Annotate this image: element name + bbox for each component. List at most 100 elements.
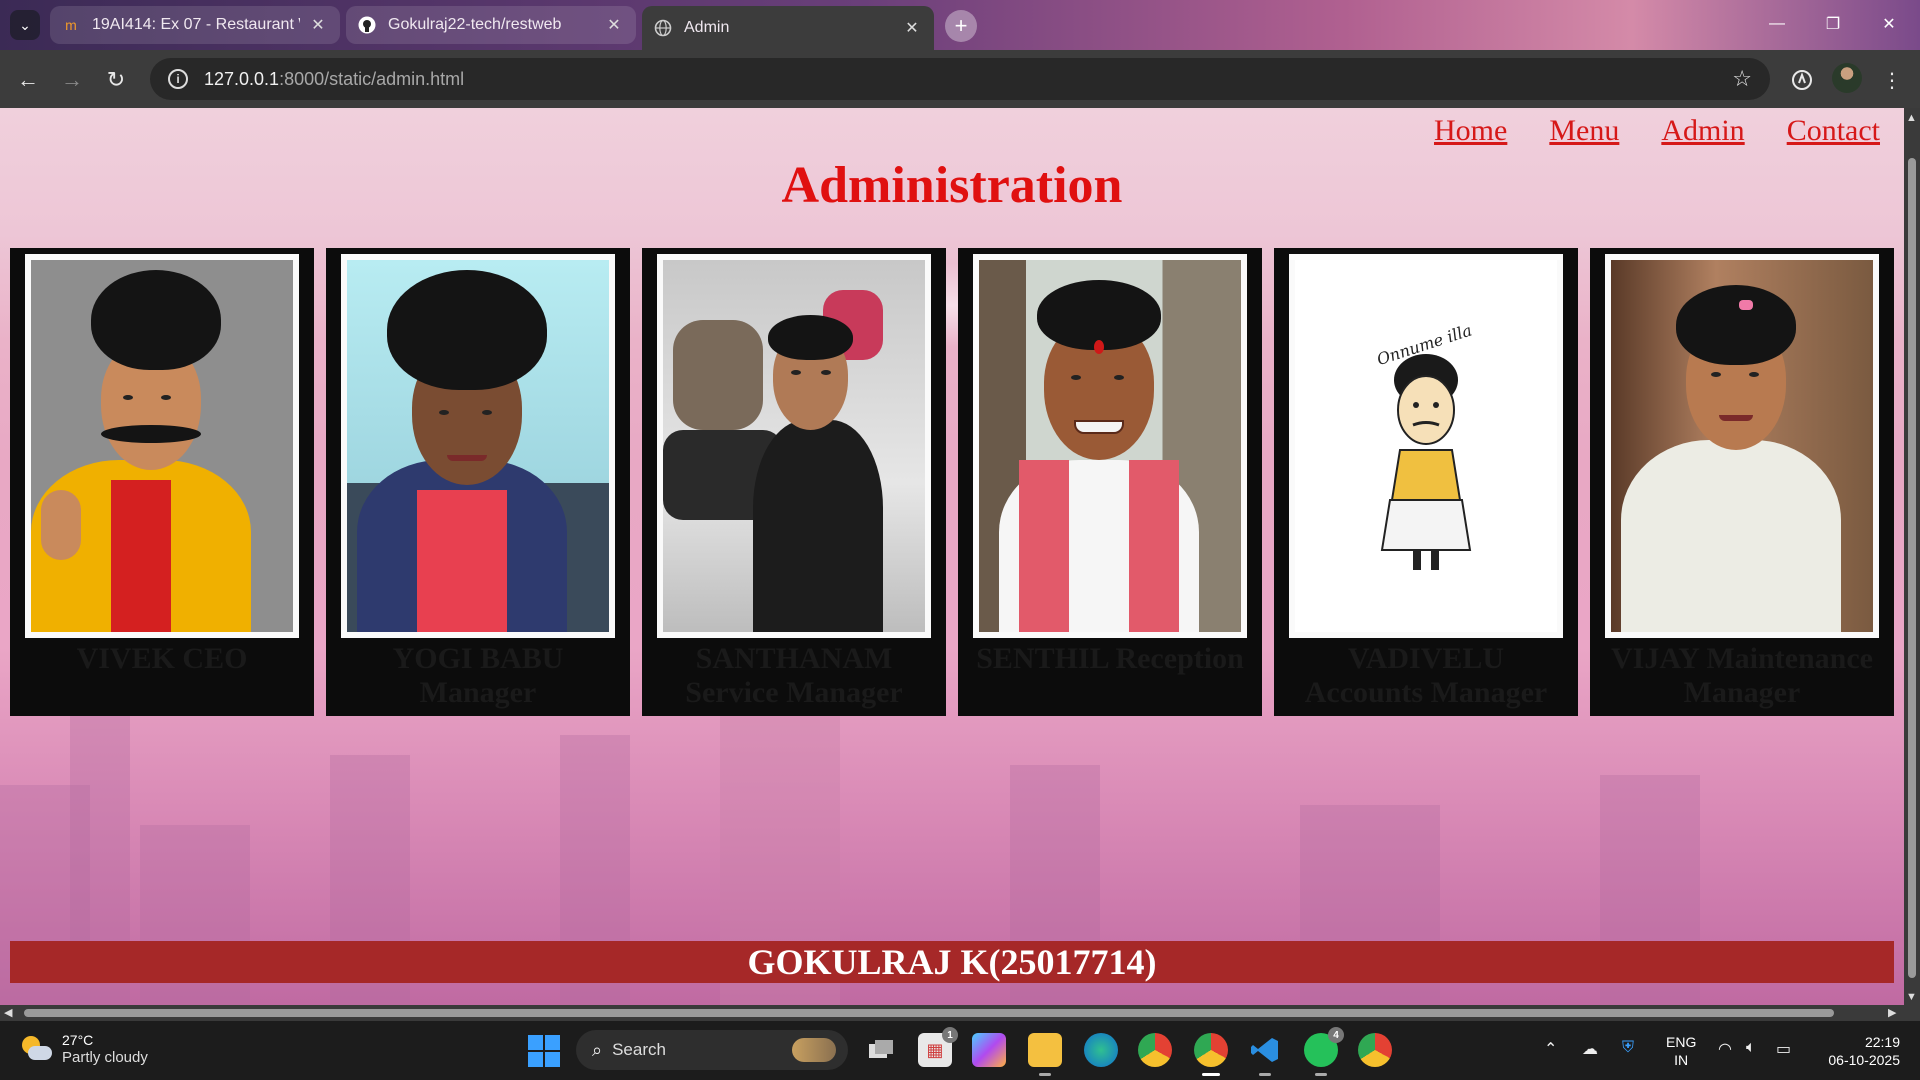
nav-contact-link[interactable]: Contact xyxy=(1787,114,1880,148)
search-icon: ⌕ xyxy=(592,1039,603,1060)
clock-time: 22:19 xyxy=(1864,1034,1900,1050)
tab-title: 19AI414: Ex 07 - Restaurant We xyxy=(92,16,300,33)
photo-frame xyxy=(1605,254,1879,638)
scroll-right-icon[interactable]: ▶ xyxy=(1888,1006,1896,1019)
system-clock[interactable]: 22:19 06-10-2025 xyxy=(1828,1033,1900,1069)
clock-date: 06-10-2025 xyxy=(1828,1052,1900,1068)
lang-code: ENG xyxy=(1666,1034,1697,1050)
copilot-icon[interactable] xyxy=(972,1033,1006,1067)
partly-cloudy-icon xyxy=(20,1034,52,1064)
wifi-icon[interactable]: ◠ xyxy=(1718,1039,1732,1059)
tab-title: Admin xyxy=(684,19,730,36)
staff-caption: SANTHANAM Service Manager xyxy=(685,642,903,709)
staff-photo xyxy=(31,260,293,632)
page-viewport: Home Menu Admin Contact Administration V… xyxy=(0,108,1904,1005)
extension-icon[interactable] xyxy=(1786,64,1818,96)
windows-taskbar: 27°C Partly cloudy ⌕ Search ▦ 1 4 ⌃ ☁ ⛨ E… xyxy=(0,1021,1920,1080)
url-path: :8000/static/admin.html xyxy=(279,68,465,89)
file-explorer-icon[interactable] xyxy=(1028,1033,1062,1076)
close-icon[interactable]: ✕ xyxy=(604,15,624,35)
new-tab-button[interactable]: + xyxy=(945,10,977,42)
volume-icon[interactable]: 🔈︎ xyxy=(1746,1039,1756,1057)
page-footer: GOKULRAJ K(25017714) xyxy=(10,941,1894,983)
scroll-left-icon[interactable]: ◀ xyxy=(4,1006,12,1019)
minimize-icon[interactable]: — xyxy=(1754,8,1800,40)
close-icon[interactable]: ✕ xyxy=(308,15,328,35)
staff-card: SANTHANAM Service Manager xyxy=(642,248,946,716)
staff-caption: YOGI BABU Manager xyxy=(392,642,564,709)
nav-home-link[interactable]: Home xyxy=(1434,114,1507,148)
staff-caption: VADIVELU Accounts Manager xyxy=(1304,642,1548,709)
weather-desc: Partly cloudy xyxy=(62,1049,148,1066)
moodle-icon: m xyxy=(65,17,77,33)
photo-frame xyxy=(657,254,931,638)
staff-card: YOGI BABU Manager xyxy=(326,248,630,716)
tab-admin[interactable]: Admin ✕ xyxy=(642,6,934,50)
photo-frame xyxy=(973,254,1247,638)
onedrive-icon[interactable]: ☁ xyxy=(1582,1039,1598,1059)
profile-avatar[interactable] xyxy=(1832,63,1862,93)
security-shield-icon[interactable]: ⛨ xyxy=(1622,1039,1634,1057)
close-icon[interactable]: ✕ xyxy=(902,18,922,38)
staff-photo xyxy=(347,260,609,632)
staff-caption: VIVEK CEO xyxy=(76,642,248,675)
nav-admin-link[interactable]: Admin xyxy=(1661,114,1744,148)
staff-card: SENTHIL Reception xyxy=(958,248,1262,716)
photo-frame xyxy=(341,254,615,638)
staff-photo xyxy=(979,260,1241,632)
taskbar-search[interactable]: ⌕ Search xyxy=(576,1030,848,1070)
scroll-thumb[interactable] xyxy=(1908,158,1916,978)
chrome-icon[interactable] xyxy=(1138,1033,1172,1067)
vertical-scrollbar[interactable]: ▲ ▼ xyxy=(1904,108,1920,1005)
weather-temp: 27°C xyxy=(62,1032,94,1048)
battery-icon[interactable]: ▭ xyxy=(1776,1039,1791,1059)
staff-caption: VIJAY Maintenance Manager xyxy=(1611,642,1873,709)
restore-icon[interactable]: ❐ xyxy=(1810,8,1856,40)
task-view-icon[interactable] xyxy=(864,1033,898,1067)
vscode-icon[interactable] xyxy=(1248,1033,1282,1076)
search-highlight-icon xyxy=(792,1038,836,1062)
window-close-icon[interactable]: ✕ xyxy=(1866,8,1912,40)
staff-card: VIVEK CEO xyxy=(10,248,314,716)
store-icon[interactable]: ▦ 1 xyxy=(918,1027,958,1067)
globe-icon xyxy=(654,19,672,37)
scroll-down-icon[interactable]: ▼ xyxy=(1906,991,1917,1003)
github-icon xyxy=(358,16,376,34)
chrome-profile-icon[interactable] xyxy=(1194,1033,1228,1076)
bookmark-star-icon[interactable]: ☆ xyxy=(1732,66,1752,92)
staff-photo xyxy=(1611,260,1873,632)
staff-cards: VIVEK CEO YOGI BABU Manager SANTHANAM Se… xyxy=(10,248,1894,716)
site-info-icon[interactable]: i xyxy=(168,69,188,89)
windows-start-icon[interactable] xyxy=(528,1035,560,1067)
site-nav: Home Menu Admin Contact xyxy=(1434,114,1880,148)
forward-icon[interactable]: → xyxy=(56,64,88,96)
staff-caption: SENTHIL Reception xyxy=(976,642,1244,675)
page-title: Administration xyxy=(781,157,1123,214)
notification-badge: 1 xyxy=(942,1027,958,1043)
whatsapp-icon[interactable]: 4 xyxy=(1304,1027,1344,1076)
address-bar[interactable]: i 127.0.0.1:8000/static/admin.html ☆ xyxy=(150,58,1770,100)
photo-frame xyxy=(25,254,299,638)
photo-frame: Onnume illa xyxy=(1289,254,1563,638)
staff-photo: Onnume illa xyxy=(1295,260,1557,632)
show-hidden-icons[interactable]: ⌃ xyxy=(1544,1039,1557,1059)
tab-github[interactable]: Gokulraj22-tech/restweb ✕ xyxy=(346,6,636,44)
scroll-up-icon[interactable]: ▲ xyxy=(1906,112,1917,124)
staff-card: VIJAY Maintenance Manager xyxy=(1590,248,1894,716)
language-indicator[interactable]: ENG IN xyxy=(1666,1033,1696,1069)
tab-search-button[interactable]: ⌄ xyxy=(10,10,40,40)
browser-toolbar: ← → ↻ i 127.0.0.1:8000/static/admin.html… xyxy=(0,50,1920,108)
search-placeholder: Search xyxy=(612,1040,666,1059)
back-icon[interactable]: ← xyxy=(12,64,44,96)
staff-photo xyxy=(663,260,925,632)
tab-restaurant[interactable]: m 19AI414: Ex 07 - Restaurant We ✕ xyxy=(50,6,340,44)
scroll-thumb[interactable] xyxy=(24,1009,1834,1017)
nav-menu-link[interactable]: Menu xyxy=(1549,114,1619,148)
horizontal-scrollbar[interactable]: ◀ ▶ xyxy=(0,1005,1920,1021)
more-menu-icon[interactable]: ⋮ xyxy=(1876,64,1908,96)
weather-widget[interactable]: 27°C Partly cloudy xyxy=(20,1031,148,1067)
edge-icon[interactable] xyxy=(1084,1033,1118,1067)
reload-icon[interactable]: ↻ xyxy=(100,64,132,96)
chrome-second-icon[interactable] xyxy=(1358,1033,1392,1067)
lang-region: IN xyxy=(1674,1052,1689,1068)
